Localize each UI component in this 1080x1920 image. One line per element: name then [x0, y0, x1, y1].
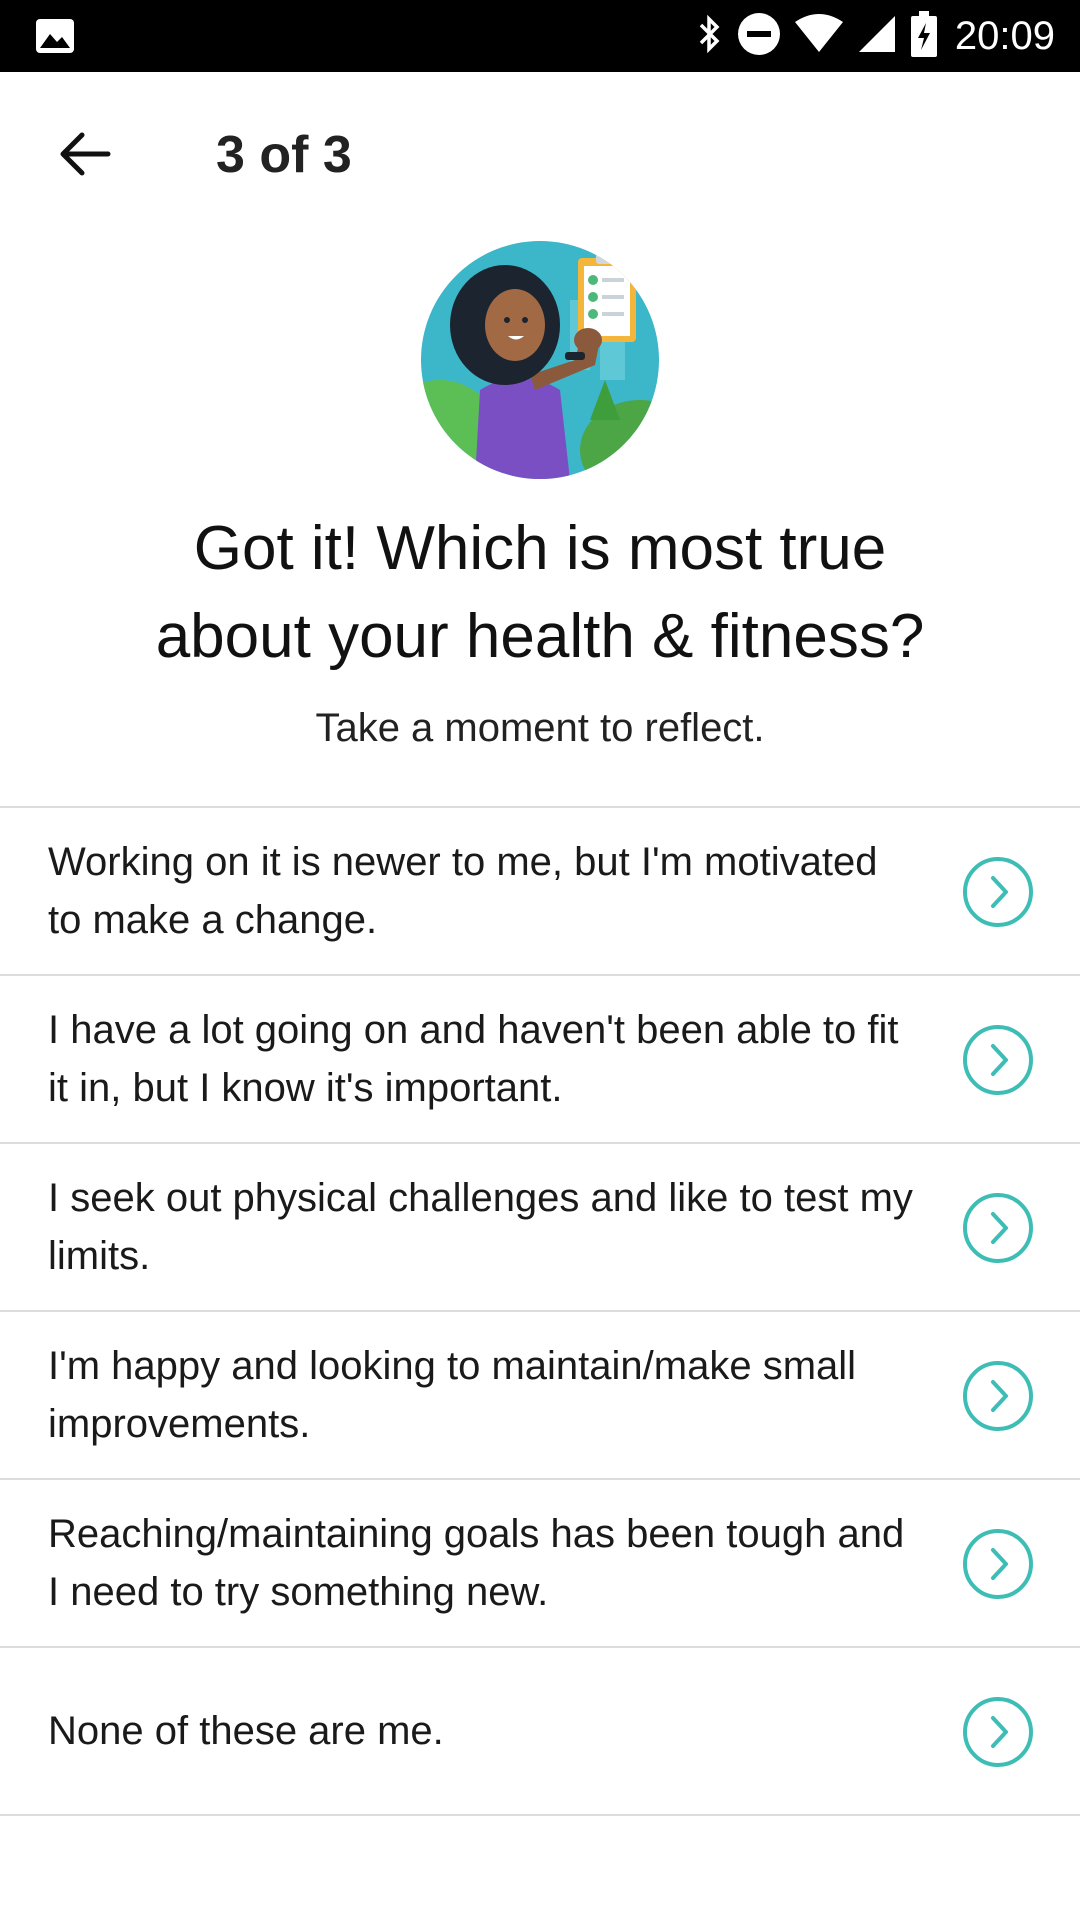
chevron-right-circle-icon[interactable] — [962, 1696, 1034, 1768]
option-item[interactable]: I'm happy and looking to maintain/make s… — [0, 1312, 1080, 1480]
gallery-icon — [35, 18, 75, 54]
chevron-right-circle-icon[interactable] — [962, 1360, 1034, 1432]
step-indicator: 3 of 3 — [216, 126, 352, 184]
option-label: None of these are me. — [48, 1709, 444, 1753]
page-title-line-2: about your health & fitness? — [155, 602, 925, 671]
option-item[interactable]: Working on it is newer to me, but I'm mo… — [0, 808, 1080, 976]
option-label: I have a lot going on and haven't been a… — [48, 1008, 899, 1110]
chevron-right-circle-icon[interactable] — [962, 1528, 1034, 1600]
option-item[interactable]: I seek out physical challenges and like … — [0, 1144, 1080, 1312]
header: 3 of 3 — [0, 72, 1080, 240]
battery-charging-icon — [910, 10, 937, 62]
option-label: I seek out physical challenges and like … — [48, 1176, 913, 1278]
cellular-signal-icon — [857, 14, 897, 59]
page-subtitle: Take a moment to reflect. — [315, 706, 765, 750]
wifi-icon — [794, 13, 843, 59]
page-title-line-1: Got it! Which is most true — [193, 514, 887, 583]
arrow-left-icon — [58, 129, 112, 184]
page-title: Got it! Which is most true about your he… — [40, 505, 1040, 681]
status-icons: 20:09 — [681, 0, 1080, 72]
status-bar: 20:09 — [0, 0, 1080, 72]
option-item[interactable]: None of these are me. — [0, 1648, 1080, 1816]
status-time: 20:09 — [954, 13, 1055, 58]
option-label: I'm happy and looking to maintain/make s… — [48, 1344, 857, 1446]
bluetooth-icon — [695, 14, 723, 59]
option-label: Working on it is newer to me, but I'm mo… — [48, 840, 878, 942]
option-label: Reaching/maintaining goals has been toug… — [48, 1512, 905, 1614]
health-fitness-illustration — [420, 240, 660, 480]
chevron-right-circle-icon[interactable] — [962, 1192, 1034, 1264]
back-button[interactable] — [40, 119, 130, 193]
do-not-disturb-icon — [737, 12, 781, 61]
chevron-right-circle-icon[interactable] — [962, 1024, 1034, 1096]
option-item[interactable]: I have a lot going on and haven't been a… — [0, 976, 1080, 1144]
option-item[interactable]: Reaching/maintaining goals has been toug… — [0, 1480, 1080, 1648]
options-list: Working on it is newer to me, but I'm mo… — [0, 806, 1080, 1816]
chevron-right-circle-icon[interactable] — [962, 856, 1034, 928]
